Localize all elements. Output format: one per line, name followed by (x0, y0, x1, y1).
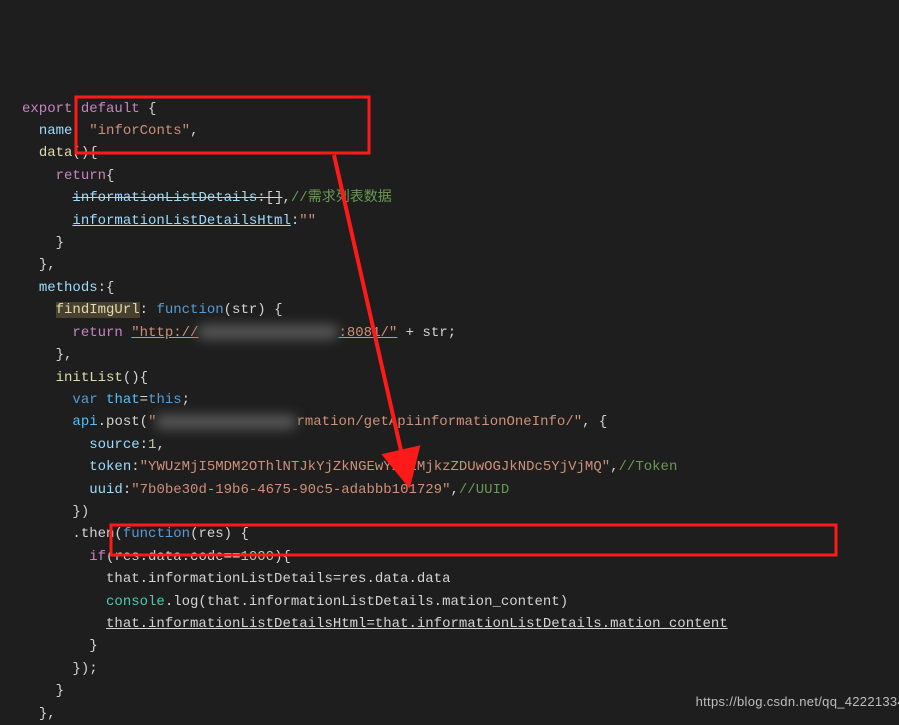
prop-methods: methods (39, 280, 98, 296)
assign-details: that.informationListDetails=res.data.dat… (106, 571, 450, 587)
prop-name: name (39, 123, 73, 139)
comment-list: //需求列表数据 (291, 190, 392, 206)
str-token: "YWUzMjI5MDM2OThlNTJkYjZkNGEwY2M2MjkzZDU… (140, 459, 610, 475)
str-uuid: "7b0be30d-19b6-4675-90c5-adabbb101729" (131, 482, 450, 498)
str-url: "http:// (131, 325, 198, 341)
fn-findimgurl: findImgUrl (56, 302, 140, 318)
kw-export: export (22, 101, 72, 117)
fn-initlist: initList (56, 370, 123, 386)
redacted-url (156, 415, 296, 429)
prop-list-details: informationListDetails (72, 190, 257, 206)
kw-default: default (81, 101, 140, 117)
str-name: "inforConts" (89, 123, 190, 139)
watermark: https://blog.csdn.net/qq_42221334 (696, 691, 899, 713)
fn-data: data (39, 145, 73, 161)
code-block: export default { name: "inforConts", dat… (22, 98, 899, 725)
assign-html: that.informationListDetailsHtml=that.inf… (106, 616, 728, 632)
redacted-host (198, 325, 338, 339)
prop-list-details-html: informationListDetailsHtml (72, 213, 290, 229)
kw-return: return (56, 168, 106, 184)
